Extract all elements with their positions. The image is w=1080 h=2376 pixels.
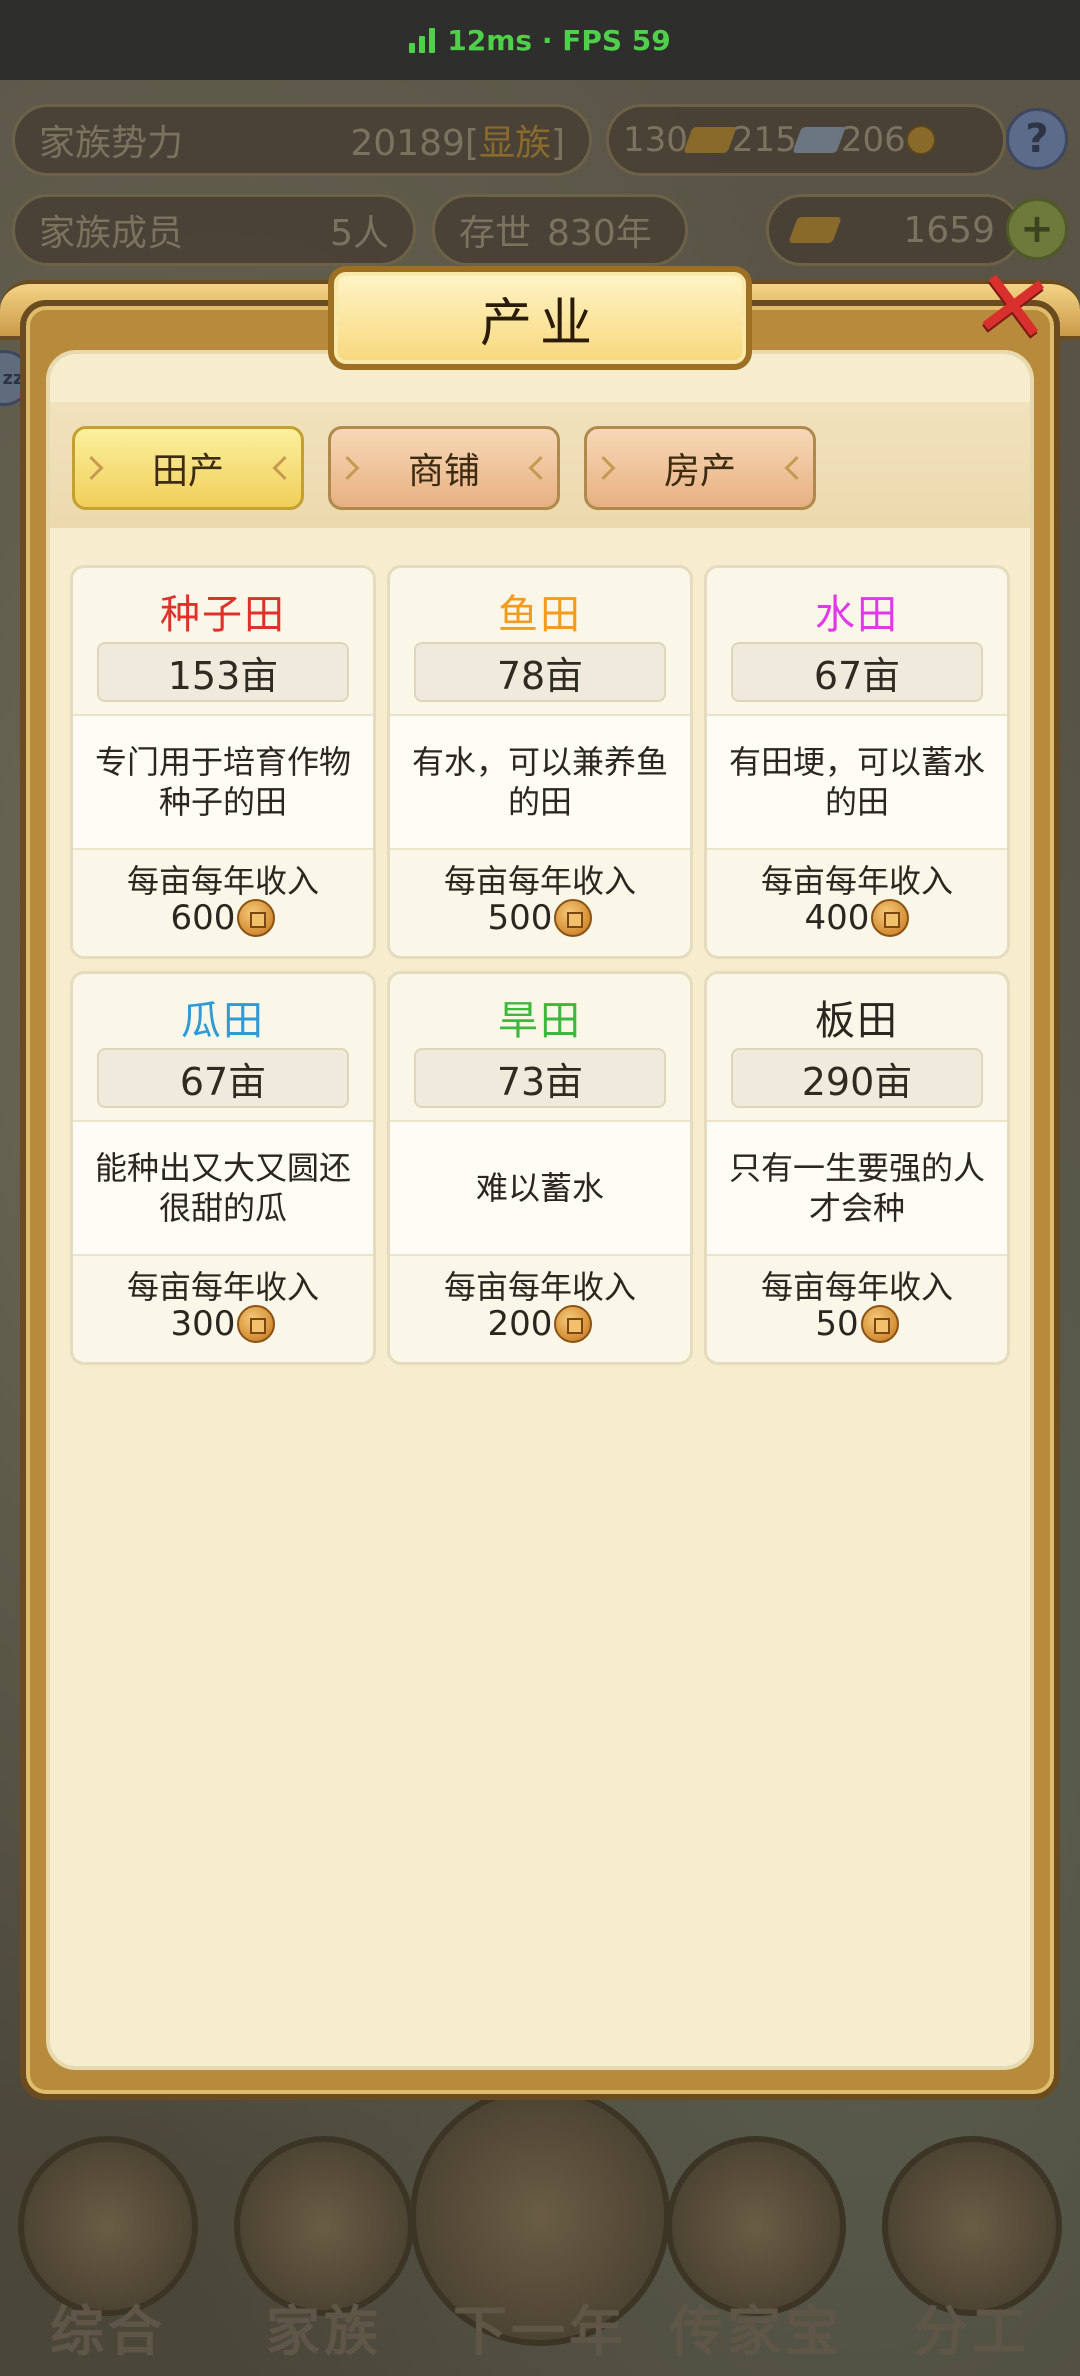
family-members-value: 5人 (330, 213, 389, 254)
card-income-label: 每亩每年收入 (760, 862, 953, 900)
nav-heirloom-label: 传家宝 (669, 2300, 843, 2363)
card-income-label: 每亩每年收入 (443, 1268, 636, 1306)
family-members-label: 家族成员 (39, 213, 184, 254)
tab-farmland-label: 田产 (151, 451, 224, 492)
power-tag: 显族 (478, 123, 551, 164)
power-value: 20189 (350, 123, 465, 164)
farmland-card-fish[interactable]: 鱼田 78亩 有水，可以兼养鱼的田 每亩每年收入 500 (387, 565, 693, 959)
card-income: 300 (73, 1304, 373, 1344)
latency-fps-text: 12ms · FPS 59 (447, 23, 671, 57)
card-income: 200 (390, 1304, 690, 1344)
gold-ingot-icon (788, 217, 842, 243)
coin-icon (905, 125, 936, 155)
coin-count: 206 (840, 120, 906, 160)
farmland-card-melon[interactable]: 瓜田 67亩 能种出又大又圆还很甜的瓜 每亩每年收入 300 (70, 971, 376, 1365)
card-description: 只有一生要强的人才会种 (707, 1120, 1007, 1256)
plus-icon: + (1020, 206, 1054, 252)
card-area: 67亩 (97, 1048, 349, 1108)
copper-coin-icon (237, 1305, 276, 1343)
close-button[interactable]: ✕ (962, 246, 1064, 368)
nav-next-year[interactable]: 下一年 (410, 2086, 670, 2366)
nav-assignment-label: 分工 (914, 2300, 1030, 2363)
card-income-value: 50 (815, 1304, 859, 1344)
card-area: 78亩 (414, 642, 666, 702)
card-description: 有水，可以兼养鱼的田 (390, 714, 690, 850)
nav-assignment[interactable]: 分工 (872, 2116, 1072, 2366)
years-label: 存世 (459, 213, 532, 254)
nav-overview-label: 综合 (50, 2300, 166, 2363)
card-area: 73亩 (414, 1048, 666, 1108)
modal-title: 产业 (328, 266, 752, 370)
nav-family-label: 家族 (266, 2300, 382, 2363)
power-tag-open: [ (464, 123, 479, 164)
gold-bar-count: 130 (623, 120, 688, 160)
ingot-count: 1659 (903, 209, 995, 251)
card-income-value: 600 (170, 898, 236, 938)
years-value: 830年 (547, 213, 652, 254)
card-name: 鱼田 (498, 592, 582, 638)
card-income-label: 每亩每年收入 (126, 1268, 319, 1306)
card-income-value: 200 (487, 1304, 553, 1344)
card-area: 153亩 (97, 642, 349, 702)
copper-coin-icon (554, 1305, 593, 1343)
status-bar: 12ms · FPS 59 (0, 0, 1080, 80)
family-members-pill: 家族成员 5人 (12, 194, 416, 266)
card-income: 500 (390, 898, 690, 938)
family-power-label: 家族势力 (39, 123, 184, 164)
tab-shops-label: 商铺 (407, 451, 480, 492)
card-name: 旱田 (498, 998, 582, 1044)
farmland-card-dry[interactable]: 旱田 73亩 难以蓄水 每亩每年收入 200 (387, 971, 693, 1365)
card-description: 难以蓄水 (390, 1120, 690, 1256)
card-income: 400 (707, 898, 1007, 938)
copper-coin-icon (554, 899, 593, 937)
help-icon: ? (1025, 116, 1049, 162)
card-name: 水田 (815, 592, 899, 638)
tab-shops[interactable]: 商铺 (328, 426, 560, 510)
bottom-nav: 综合 家族 下一年 传家宝 分工 (0, 2076, 1080, 2376)
card-income-value: 400 (804, 898, 870, 938)
close-icon: ✕ (965, 245, 1061, 369)
card-area: 290亩 (731, 1048, 983, 1108)
resource-pill: 130 215 206 (606, 104, 1006, 176)
nav-heirloom[interactable]: 传家宝 (656, 2116, 856, 2366)
family-power-pill: 家族势力 20189[显族] (12, 104, 592, 176)
power-tag-close: ] (550, 123, 565, 164)
signal-icon (409, 27, 436, 53)
copper-coin-icon (860, 1305, 899, 1343)
card-income: 600 (73, 898, 373, 938)
farmland-card-board[interactable]: 板田 290亩 只有一生要强的人才会种 每亩每年收入 50 (704, 971, 1010, 1365)
card-description: 专门用于培育作物种子的田 (73, 714, 373, 850)
nav-next-year-label: 下一年 (453, 2300, 627, 2363)
card-income-label: 每亩每年收入 (443, 862, 636, 900)
card-description: 能种出又大又圆还很甜的瓜 (73, 1120, 373, 1256)
copper-coin-icon (871, 899, 910, 937)
card-name: 板田 (815, 998, 899, 1044)
gold-bar-icon (683, 127, 737, 153)
tab-houses[interactable]: 房产 (584, 426, 816, 510)
card-income-value: 500 (487, 898, 553, 938)
nav-family[interactable]: 家族 (224, 2116, 424, 2366)
card-name: 种子田 (160, 592, 286, 638)
family-power-value: 20189[显族] (350, 114, 565, 166)
card-name: 瓜田 (181, 998, 265, 1044)
farmland-card-seed[interactable]: 种子田 153亩 专门用于培育作物种子的田 每亩每年收入 600 (70, 565, 376, 959)
card-income-value: 300 (170, 1304, 236, 1344)
silver-bar-icon (792, 127, 846, 153)
card-income: 50 (707, 1304, 1007, 1344)
card-description: 有田埂，可以蓄水的田 (707, 714, 1007, 850)
tab-houses-label: 房产 (663, 451, 736, 492)
years-pill: 存世 830年 (432, 194, 688, 266)
farmland-card-paddy[interactable]: 水田 67亩 有田埂，可以蓄水的田 每亩每年收入 400 (704, 565, 1010, 959)
tab-farmland[interactable]: 田产 (72, 426, 304, 510)
help-button[interactable]: ? (1006, 108, 1068, 170)
nav-overview[interactable]: 综合 (8, 2116, 208, 2366)
card-income-label: 每亩每年收入 (126, 862, 319, 900)
card-income-label: 每亩每年收入 (760, 1268, 953, 1306)
copper-coin-icon (237, 899, 276, 937)
card-area: 67亩 (731, 642, 983, 702)
silver-bar-count: 215 (731, 120, 797, 160)
